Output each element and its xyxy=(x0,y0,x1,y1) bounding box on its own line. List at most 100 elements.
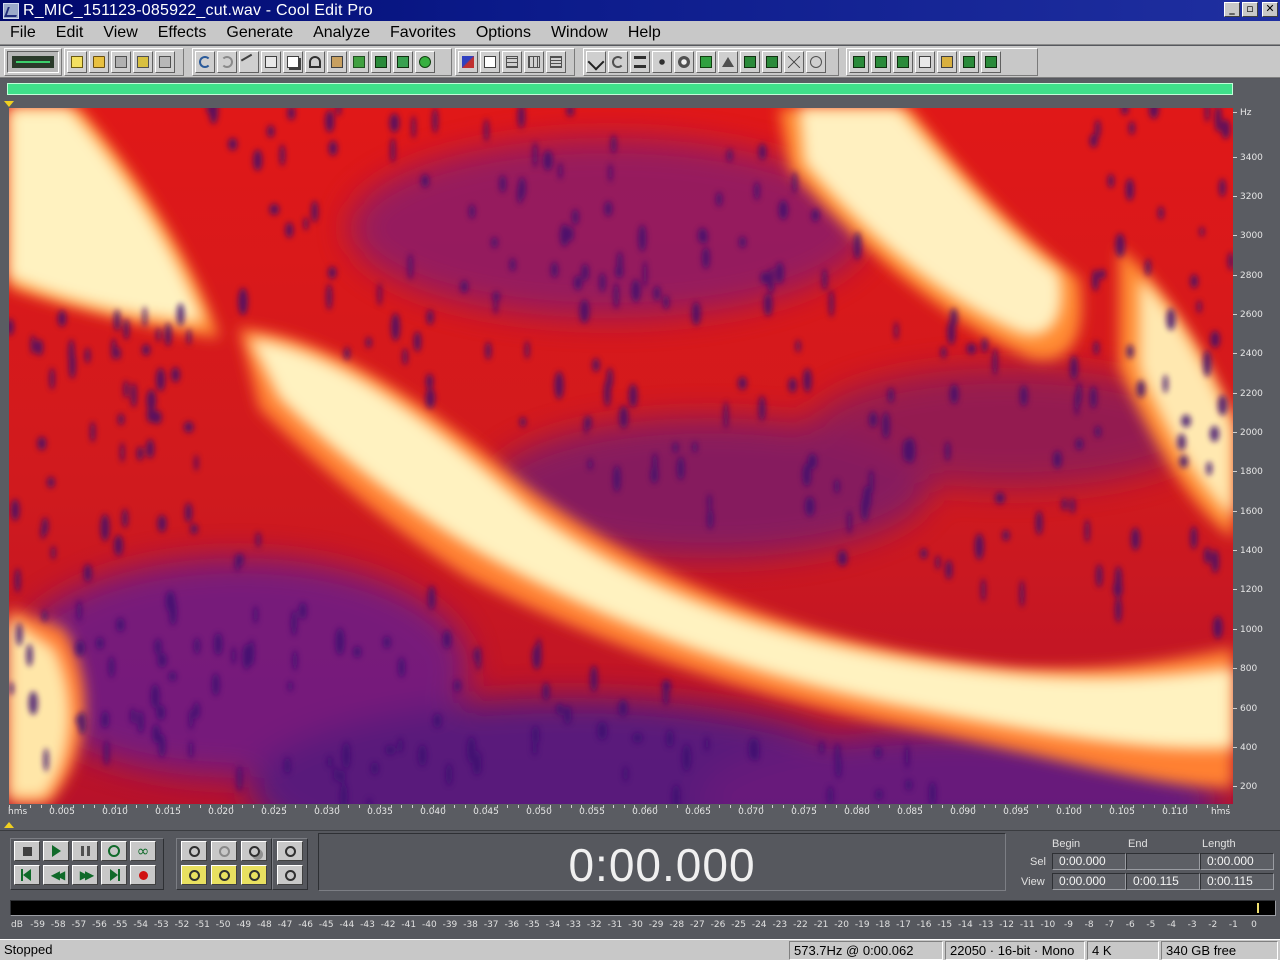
trim-button[interactable] xyxy=(393,51,413,73)
sel-end-field[interactable] xyxy=(1126,853,1200,870)
spectral-view-button[interactable] xyxy=(458,51,478,73)
zoom-to-left-edge-button[interactable] xyxy=(211,865,237,885)
open-file-button[interactable] xyxy=(89,51,109,73)
menu-file[interactable]: File xyxy=(0,24,46,42)
go-to-start-button[interactable] xyxy=(14,865,40,885)
graphic-eq-button[interactable] xyxy=(740,51,760,73)
dynamics-button[interactable] xyxy=(762,51,782,73)
snap-button[interactable] xyxy=(415,51,435,73)
cue-list-button[interactable] xyxy=(915,51,935,73)
stretch-button[interactable] xyxy=(652,51,672,73)
new-file-button[interactable] xyxy=(67,51,87,73)
grid-view-2-button[interactable] xyxy=(524,51,544,73)
visible-range-indicator[interactable] xyxy=(7,83,1233,95)
noise-reduction-button[interactable] xyxy=(674,51,694,73)
paste-new-button[interactable] xyxy=(349,51,369,73)
reverse-button[interactable] xyxy=(608,51,628,73)
spectral-speckle xyxy=(1096,564,1103,588)
save-all-button[interactable] xyxy=(155,51,175,73)
checkbox-view-button[interactable] xyxy=(480,51,500,73)
save-as-button[interactable] xyxy=(133,51,153,73)
stop-button[interactable] xyxy=(14,841,40,861)
pause-button[interactable] xyxy=(72,841,98,861)
dynamics-icon xyxy=(766,56,778,68)
metronome-button[interactable] xyxy=(959,51,979,73)
zoom-to-right-edge-button[interactable] xyxy=(241,865,267,885)
menu-window[interactable]: Window xyxy=(541,24,618,42)
frequency-analysis-button[interactable] xyxy=(849,51,869,73)
phase-analysis-button[interactable] xyxy=(893,51,913,73)
restore-button[interactable]: ▫ xyxy=(1242,2,1258,17)
spectral-speckle xyxy=(255,531,261,548)
spectral-speckle xyxy=(795,339,801,353)
copy-to-new-button[interactable] xyxy=(261,51,281,73)
sel-begin-field[interactable]: 0:00.000 xyxy=(1052,853,1126,870)
menu-view[interactable]: View xyxy=(93,24,147,42)
zoom-in-button[interactable] xyxy=(181,841,207,861)
play-button[interactable] xyxy=(43,841,69,861)
eq-icon xyxy=(744,56,756,68)
title-bar[interactable]: R_MIC_151123-085922_cut.wav - Cool Edit … xyxy=(0,0,1280,21)
statistics-button[interactable] xyxy=(871,51,891,73)
redo-button[interactable] xyxy=(217,51,237,73)
mix-paste-button[interactable] xyxy=(371,51,391,73)
crossfade-button[interactable] xyxy=(784,51,804,73)
start-marker-icon[interactable] xyxy=(4,101,14,107)
overview-range-bar[interactable] xyxy=(0,79,1280,101)
undo-button[interactable] xyxy=(195,51,215,73)
save-button[interactable] xyxy=(111,51,131,73)
time-minor-tick xyxy=(1196,805,1198,808)
rewind-button[interactable]: ◀◀ xyxy=(43,865,69,885)
vertical-zoom-out-button[interactable] xyxy=(277,865,303,885)
time-tick: 0.060 xyxy=(632,807,658,817)
time-minor-tick xyxy=(570,805,572,808)
paste-button[interactable] xyxy=(327,51,347,73)
vertical-zoom-in-button[interactable] xyxy=(277,841,303,861)
view-begin-field[interactable]: 0:00.000 xyxy=(1052,873,1126,890)
silence-button[interactable] xyxy=(630,51,650,73)
menu-effects[interactable]: Effects xyxy=(148,24,217,42)
copy-button[interactable] xyxy=(283,51,303,73)
waveform-view-toggle-button[interactable] xyxy=(7,51,59,73)
current-time: 0:00.000 xyxy=(568,839,756,891)
sel-length-field[interactable]: 0:00.000 xyxy=(1200,853,1274,870)
filter-button[interactable] xyxy=(696,51,716,73)
record-button[interactable] xyxy=(130,865,156,885)
envelope-button[interactable] xyxy=(586,51,606,73)
mixer-button[interactable] xyxy=(806,51,826,73)
menu-edit[interactable]: Edit xyxy=(46,24,94,42)
level-meter-bar[interactable] xyxy=(10,900,1276,916)
repeat-button[interactable] xyxy=(239,51,259,73)
db-tick: -54 xyxy=(133,920,149,930)
app-icon[interactable] xyxy=(3,2,19,19)
zoom-full-button[interactable] xyxy=(241,841,267,861)
play-to-end-button[interactable] xyxy=(101,841,127,861)
spectral-speckle xyxy=(113,309,121,332)
menu-help[interactable]: Help xyxy=(618,24,671,42)
spectral-speckle xyxy=(828,289,834,318)
spectral-speckle xyxy=(398,657,406,678)
fast-forward-button[interactable]: ▶▶ xyxy=(72,865,98,885)
spectral-speckle xyxy=(692,441,698,453)
zoom-out-button[interactable] xyxy=(211,841,237,861)
end-marker-icon[interactable] xyxy=(4,822,14,828)
close-button[interactable]: ✕ xyxy=(1262,2,1278,17)
amplify-button[interactable] xyxy=(718,51,738,73)
loop-button[interactable]: ∞ xyxy=(130,841,156,861)
menu-generate[interactable]: Generate xyxy=(216,24,303,42)
menu-favorites[interactable]: Favorites xyxy=(380,24,466,42)
grid-view-3-button[interactable] xyxy=(546,51,566,73)
go-to-end-button[interactable] xyxy=(101,865,127,885)
zoom-to-selection-button[interactable] xyxy=(181,865,207,885)
info-button[interactable] xyxy=(981,51,1001,73)
menu-analyze[interactable]: Analyze xyxy=(303,24,380,42)
cut-button[interactable] xyxy=(305,51,325,73)
view-end-field[interactable]: 0:00.115 xyxy=(1126,873,1200,890)
spectral-speckle xyxy=(663,684,669,706)
grid-view-1-button[interactable] xyxy=(502,51,522,73)
minimize-button[interactable]: _ xyxy=(1224,2,1240,17)
view-length-field[interactable]: 0:00.115 xyxy=(1200,873,1274,890)
spectrogram-view[interactable] xyxy=(9,108,1233,804)
menu-options[interactable]: Options xyxy=(466,24,541,42)
playlist-button[interactable] xyxy=(937,51,957,73)
